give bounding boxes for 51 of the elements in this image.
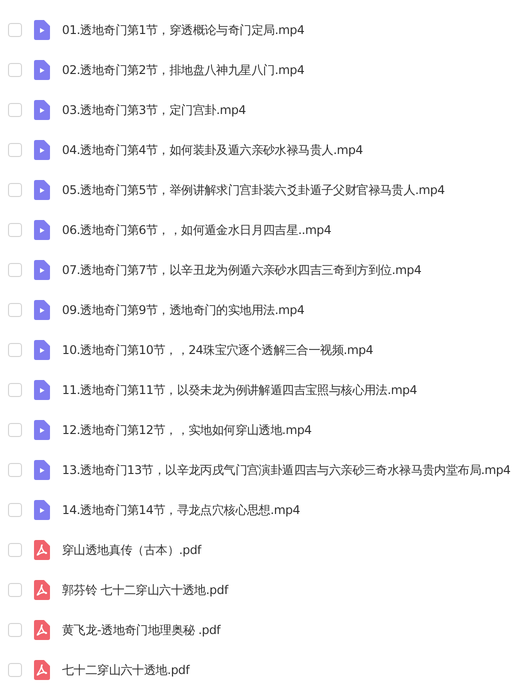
- video-file-icon: [34, 180, 50, 200]
- file-name[interactable]: 07.透地奇门第7节，以辛丑龙为例遁六亲砂水四吉三奇到方到位.mp4: [62, 261, 422, 279]
- video-file-icon: [34, 220, 50, 240]
- checkbox[interactable]: [8, 23, 22, 37]
- checkbox[interactable]: [8, 583, 22, 597]
- file-name[interactable]: 03.透地奇门第3节，定门宫卦.mp4: [62, 101, 246, 119]
- checkbox[interactable]: [8, 63, 22, 77]
- file-name[interactable]: 06.透地奇门第6节，，如何遁金水日月四吉星..mp4: [62, 221, 332, 239]
- file-name[interactable]: 14.透地奇门第14节，寻龙点穴核心思想.mp4: [62, 501, 300, 519]
- video-file-icon: [34, 500, 50, 520]
- pdf-file-icon: [34, 580, 50, 600]
- file-name[interactable]: 七十二穿山六十透地.pdf: [62, 661, 190, 679]
- video-file-icon: [34, 380, 50, 400]
- video-file-icon: [34, 60, 50, 80]
- file-name[interactable]: 05.透地奇门第5节，举例讲解求门宫卦装六爻卦遁子父财官禄马贵人.mp4: [62, 181, 445, 199]
- checkbox[interactable]: [8, 503, 22, 517]
- video-file-icon: [34, 420, 50, 440]
- video-file-icon: [34, 260, 50, 280]
- checkbox[interactable]: [8, 463, 22, 477]
- pdf-file-icon: [34, 540, 50, 560]
- video-file-icon: [34, 300, 50, 320]
- file-name[interactable]: 11.透地奇门第11节，以癸未龙为例讲解遁四吉宝照与核心用法.mp4: [62, 381, 417, 399]
- video-file-icon: [34, 140, 50, 160]
- file-name[interactable]: 01.透地奇门第1节，穿透概论与奇门定局.mp4: [62, 21, 304, 39]
- file-name[interactable]: 黄飞龙-透地奇门地理奥秘 .pdf: [62, 621, 220, 639]
- checkbox[interactable]: [8, 543, 22, 557]
- file-name[interactable]: 郭芬铃 七十二穿山六十透地.pdf: [62, 581, 228, 599]
- checkbox[interactable]: [8, 623, 22, 637]
- file-name[interactable]: 13.透地奇门13节，以辛龙丙戌气门宫演卦遁四吉与六亲砂三奇水禄马贵内堂布局.mp4: [62, 461, 511, 479]
- file-name[interactable]: 04.透地奇门第4节，如何装卦及遁六亲砂水禄马贵人.mp4: [62, 141, 363, 159]
- file-name[interactable]: 12.透地奇门第12节，，实地如何穿山透地.mp4: [62, 421, 312, 439]
- video-file-icon: [34, 100, 50, 120]
- pdf-file-icon: [34, 660, 50, 680]
- checkbox[interactable]: [8, 223, 22, 237]
- video-file-icon: [34, 20, 50, 40]
- file-name[interactable]: 02.透地奇门第2节，排地盘八神九星八门.mp4: [62, 61, 304, 79]
- checkbox[interactable]: [8, 103, 22, 117]
- video-file-icon: [34, 340, 50, 360]
- file-name[interactable]: 09.透地奇门第9节，透地奇门的实地用法.mp4: [62, 301, 304, 319]
- checkbox[interactable]: [8, 423, 22, 437]
- video-file-icon: [34, 460, 50, 480]
- checkbox[interactable]: [8, 663, 22, 677]
- checkbox[interactable]: [8, 303, 22, 317]
- pdf-file-icon: [34, 620, 50, 640]
- checkbox[interactable]: [8, 343, 22, 357]
- checkbox[interactable]: [8, 263, 22, 277]
- checkbox[interactable]: [8, 143, 22, 157]
- file-name[interactable]: 穿山透地真传（古本）.pdf: [62, 541, 202, 559]
- file-name[interactable]: 10.透地奇门第10节，，24珠宝穴逐个透解三合一视频.mp4: [62, 341, 374, 359]
- checkbox[interactable]: [8, 183, 22, 197]
- checkbox[interactable]: [8, 383, 22, 397]
